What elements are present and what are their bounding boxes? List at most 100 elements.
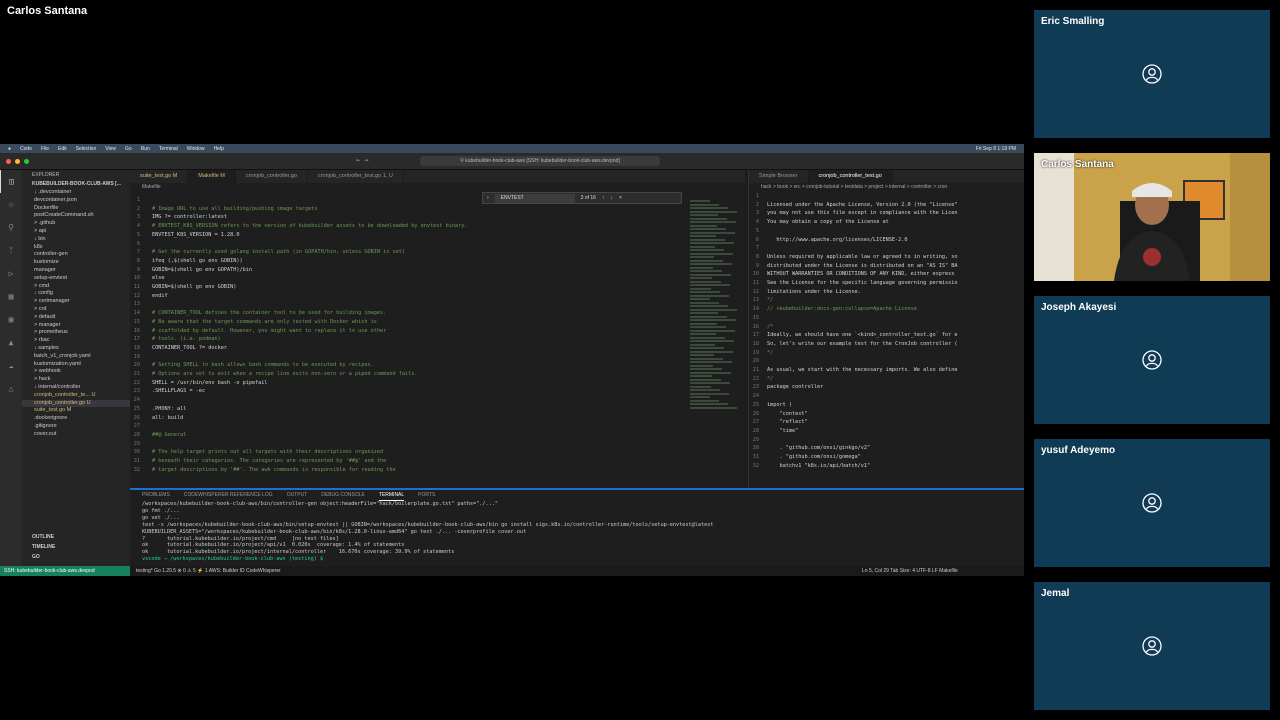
tree-item[interactable]: kustomize [22,259,130,267]
terminal-output[interactable]: /workspaces/kubebuilder-book-club-aws/bi… [130,501,1024,563]
tree-item[interactable]: setup-envtest [22,275,130,283]
tab-cronjob-controller-test[interactable]: cronjob_controller_test.go 1, U [308,170,404,183]
status-left[interactable]: testing* Go 1.20.5 ⊗ 0 ⚠ 5 ⚡ 1 AWS: Buil… [136,566,281,576]
tree-item[interactable]: Dockerfile [22,205,130,213]
menu-run[interactable]: Run [141,146,150,152]
command-center[interactable]: ⚲ kubebuilder-book-club-aws [SSH: kubebu… [420,156,660,166]
code-line: 24 [130,396,690,405]
tree-item[interactable]: > manager [22,322,130,330]
tree-item[interactable]: cronjob_controller.go U [22,399,130,408]
find-close-icon[interactable]: × [619,195,622,201]
find-input[interactable]: ENVTEST [494,193,575,203]
tree-item[interactable]: ↓ internal/controller [22,384,130,392]
tree-item[interactable]: > prometheus [22,329,130,337]
outline-section[interactable]: OUTLINE [22,532,130,542]
participant-tile[interactable]: Jemal [1034,582,1270,710]
tree-item[interactable]: suite_test.go M [22,407,130,415]
tree-item[interactable]: > hack [22,376,130,384]
tree-item[interactable]: cronjob_controller_te... U [22,392,130,400]
tree-item[interactable]: ↓ config [22,290,130,298]
participant-tile[interactable]: Eric Smalling [1034,10,1270,138]
search-activity-icon[interactable]: ⚲ [0,216,22,239]
tree-item[interactable]: > rbac [22,337,130,345]
tree-item[interactable]: devcontainer.json [22,197,130,205]
find-prev-icon[interactable]: ↑ [602,195,605,201]
nav-arrows-icon[interactable]: ← → [356,156,369,164]
breadcrumb-right[interactable]: hack > book > src > cronjob-tutorial > t… [749,183,1024,192]
remote-explorer-icon[interactable]: ▣ [0,308,22,331]
menu-file[interactable]: File [41,146,49,152]
tree-item[interactable]: manager [22,267,130,275]
participant-tile[interactable]: yusuf Adeyemo [1034,439,1270,567]
panel-tab-terminal[interactable]: TERMINAL [378,490,405,501]
menu-terminal[interactable]: Terminal [159,146,178,152]
minimap-line [690,308,737,311]
code-line: 16 /* [749,323,989,332]
tree-item[interactable]: controller-gen [22,251,130,259]
tab-simple-browser[interactable]: Simple Browser [749,170,809,183]
aws-icon[interactable]: △ [0,377,22,400]
zoom-window-button[interactable] [24,159,29,164]
menu-help[interactable]: Help [214,146,224,152]
find-next-icon[interactable]: ↓ [610,195,613,201]
remote-indicator[interactable]: SSH: kubebuilder-book-club-aws.devpod [0,566,130,576]
project-root[interactable]: KUBEBUILDER-BOOK-CLUB-AWS [... [22,180,130,189]
code-view-right[interactable]: 1 2 Licensed under the Apache License, Ver… [749,192,989,471]
tree-item[interactable]: cover.out [22,431,130,439]
explorer-icon[interactable]: ◫ [0,170,22,193]
tree-item[interactable]: ↓ .devcontainer [22,189,130,197]
status-right[interactable]: Ln 5, Col 29 Tab Size: 4 UTF-8 LF Makefi… [862,566,958,576]
breadcrumb[interactable]: Makefile [130,183,745,192]
tree-item[interactable]: > default [22,314,130,322]
file-tree: ↓ .devcontainer devcontainer.json Docker… [22,189,130,439]
panel-tab-debug[interactable]: DEBUG CONSOLE [321,490,365,501]
close-window-button[interactable] [6,159,11,164]
menu-selection[interactable]: Selection [76,146,97,152]
tab-cronjob-test-right[interactable]: cronjob_controller_test.go [808,170,893,183]
tree-item[interactable]: > webhook [22,368,130,376]
participant-video-tile[interactable]: Carlos Santana [1034,153,1270,281]
minimap[interactable] [690,200,738,480]
tree-item[interactable]: ↓ samples [22,345,130,353]
tree-item[interactable]: .gitignore [22,423,130,431]
tree-item[interactable]: > certmanager [22,298,130,306]
docker-icon[interactable]: ☁ [0,354,22,377]
tree-item[interactable]: > crd [22,306,130,314]
code-line: 7 # Get the currently used golang install… [130,248,690,257]
participant-tile[interactable]: Joseph Akayesi [1034,296,1270,424]
tree-item[interactable]: k8s [22,244,130,252]
panel-tab-codewhisperer[interactable]: CODEWHISPERER REFERENCE LOG [184,490,273,501]
tree-item[interactable]: postCreateCommand.sh [22,212,130,220]
menu-window[interactable]: Window [187,146,205,152]
testing-icon[interactable]: ▲ [0,331,22,354]
menu-go[interactable]: Go [125,146,132,152]
tree-item[interactable]: > .github [22,220,130,228]
extensions-icon[interactable]: ▦ [0,285,22,308]
menu-code[interactable]: Code [20,146,32,152]
line-number: 29 [133,440,140,447]
panel-tab-ports[interactable]: PORTS [418,490,435,501]
go-section[interactable]: GO [22,552,130,562]
code-line: 26 all: build [130,414,690,423]
panel-tab-output[interactable]: OUTPUT [287,490,308,501]
source-control-icon[interactable]: ☉ [0,193,22,216]
tree-item[interactable]: batch_v1_cronjob.yaml [22,353,130,361]
tree-item[interactable]: > cmd [22,283,130,291]
code-line: 31 # beneath their categories. The catego… [130,457,690,466]
code-view[interactable]: 1 2 # Image URL to use all building/pushin… [130,196,690,475]
tab-suite-test[interactable]: suite_test.go M [130,170,189,183]
menu-edit[interactable]: Edit [58,146,67,152]
tab-makefile[interactable]: Makefile M [188,170,236,183]
tree-item[interactable]: > api [22,228,130,236]
menu-view[interactable]: View [105,146,116,152]
minimize-window-button[interactable] [15,159,20,164]
timeline-section[interactable]: TIMELINE [22,542,130,552]
git-icon[interactable]: ᛉ [0,239,22,262]
panel-tab-problems[interactable]: PROBLEMS [142,490,170,501]
tree-item[interactable]: .dockerignore [22,415,130,423]
find-toggle-icon[interactable]: › [487,195,489,201]
tree-item[interactable]: ↓ bin [22,236,130,244]
tab-cronjob-controller[interactable]: cronjob_controller.go [236,170,308,183]
tree-item[interactable]: kustomization.yaml [22,361,130,369]
run-debug-icon[interactable]: ▷ [0,262,22,285]
